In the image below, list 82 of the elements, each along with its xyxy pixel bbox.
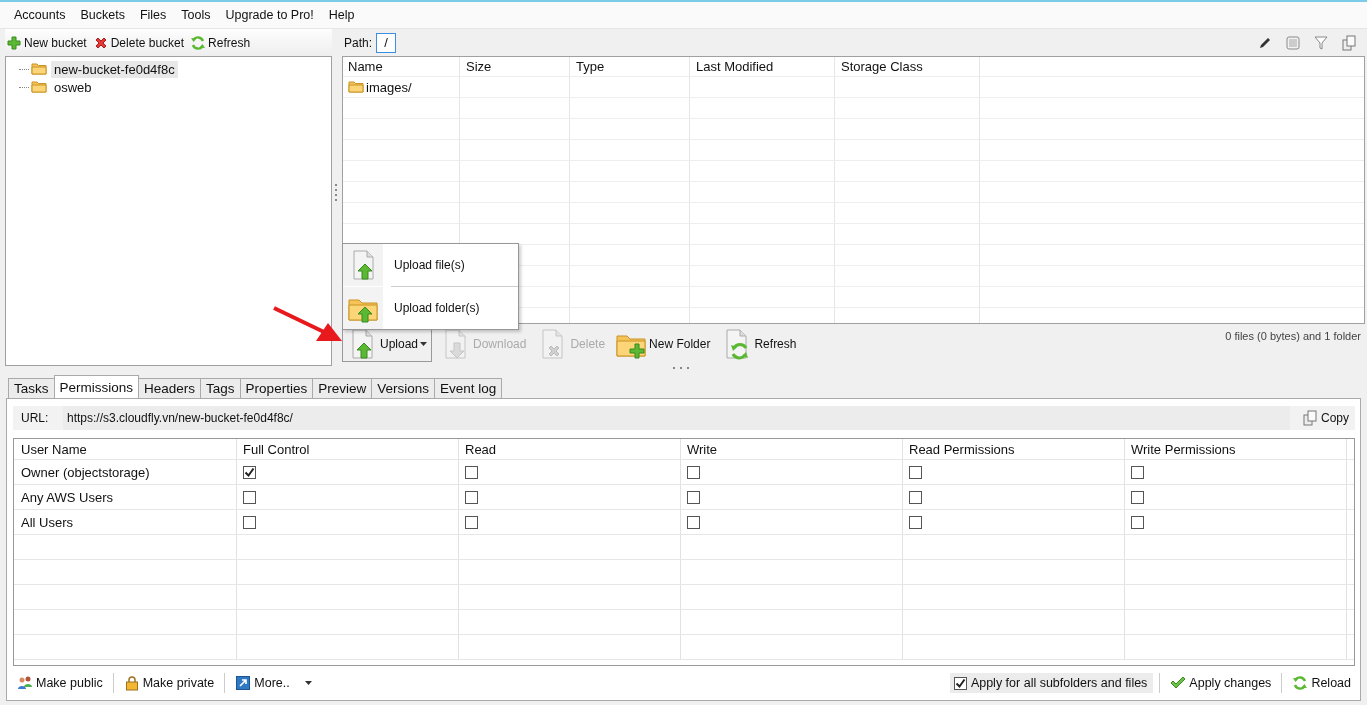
external-link-icon — [235, 675, 252, 691]
toolbar-button[interactable]: Delete bucket — [91, 32, 186, 53]
menu-item[interactable]: Upload folder(s) — [343, 287, 518, 329]
checkbox-label: Apply for all subfolders and files — [970, 676, 1148, 690]
menu-item[interactable]: Upload file(s) — [343, 244, 518, 286]
menu-item[interactable]: Accounts — [8, 8, 75, 22]
column-header[interactable]: Size — [460, 57, 570, 76]
toolbar-button[interactable]: New Folder — [612, 326, 714, 362]
plus-icon — [6, 34, 22, 51]
column-header[interactable]: Full Control — [237, 439, 459, 459]
checkbox[interactable] — [1131, 465, 1144, 479]
toolbar-button[interactable]: Make public — [13, 675, 107, 691]
menu-item[interactable]: Help — [322, 8, 364, 22]
tab[interactable]: Versions — [371, 378, 435, 398]
toolbar-button[interactable]: Refresh — [717, 326, 800, 362]
user-name-cell: Any AWS Users — [14, 485, 237, 509]
checkbox[interactable] — [465, 490, 478, 504]
checkbox[interactable] — [687, 515, 700, 529]
copy-icon — [1302, 410, 1318, 426]
path-field[interactable]: / — [376, 32, 397, 53]
column-header[interactable]: Read — [459, 439, 681, 459]
copy-icon[interactable] — [1341, 34, 1357, 51]
toolbar-button[interactable]: Reload — [1288, 675, 1355, 691]
toolbar-button[interactable]: New bucket — [5, 32, 88, 53]
tab[interactable]: Headers — [138, 378, 202, 398]
checkbox[interactable] — [1131, 490, 1144, 504]
tab[interactable]: Permissions — [53, 375, 140, 398]
checkbox[interactable] — [243, 465, 256, 479]
folder-icon — [348, 79, 364, 95]
toolbar-button[interactable]: More.. — [231, 675, 316, 691]
column-header[interactable]: Storage Class — [835, 57, 980, 76]
checkbox[interactable] — [1131, 515, 1144, 529]
toolbar-button[interactable]: Make private — [119, 675, 219, 691]
copy-button[interactable]: Copy — [1290, 410, 1355, 426]
file-name-cell[interactable]: images/ — [343, 77, 460, 97]
user-name-cell: All Users — [14, 510, 237, 534]
menu-item[interactable]: Upgrade to Pro! — [219, 8, 323, 22]
checkbox[interactable] — [953, 676, 967, 690]
checkbox[interactable] — [909, 515, 922, 529]
menu-item[interactable]: Files — [133, 8, 176, 22]
checkbox[interactable] — [909, 490, 922, 504]
column-header[interactable]: User Name — [14, 439, 237, 459]
url-field[interactable]: https://s3.cloudfly.vn/new-bucket-fe0d4f8c/ — [63, 406, 1290, 430]
folder-icon — [30, 61, 48, 77]
caret-icon — [420, 342, 428, 346]
menu-item[interactable]: Tools — [175, 8, 220, 22]
status-text: 0 files (0 bytes) and 1 folder — [1225, 330, 1361, 342]
filter-icon[interactable] — [1313, 34, 1329, 51]
refresh-icon — [190, 34, 207, 51]
tab[interactable]: Preview — [312, 378, 373, 398]
column-header[interactable]: Type — [570, 57, 690, 76]
column-header[interactable]: Read Permissions — [903, 439, 1125, 459]
checkbox[interactable] — [687, 465, 700, 479]
caret-icon — [304, 681, 312, 685]
apply-all-checkbox[interactable]: Apply for all subfolders and files — [949, 673, 1154, 693]
column-header[interactable]: Write — [681, 439, 903, 459]
column-header[interactable]: Name — [343, 57, 460, 76]
lock-icon — [123, 675, 140, 691]
checkbox[interactable] — [465, 515, 478, 529]
tree-item[interactable]: new-bucket-fe0d4f8c — [51, 60, 178, 78]
column-header[interactable]: Write Permissions — [1125, 439, 1347, 459]
tab[interactable]: Properties — [239, 378, 314, 398]
toolbar-button[interactable]: Apply changes — [1166, 675, 1276, 691]
tree-item[interactable]: osweb — [51, 78, 95, 96]
tab[interactable]: Tasks — [8, 378, 55, 398]
refresh-icon — [1292, 675, 1309, 691]
checkbox[interactable] — [243, 490, 256, 504]
path-label: Path: — [344, 35, 373, 50]
checkbox[interactable] — [465, 465, 478, 479]
checkbox[interactable] — [687, 490, 700, 504]
check-icon — [1170, 675, 1187, 691]
tab[interactable]: Event log — [433, 378, 503, 398]
url-label: URL: — [20, 411, 50, 425]
toolbar-button[interactable]: Refresh — [189, 32, 252, 53]
column-header[interactable]: Last Modified — [690, 57, 835, 76]
tab[interactable]: Tags — [200, 378, 241, 398]
folder-icon — [30, 79, 48, 95]
user-name-cell: Owner (objectstorage) — [14, 460, 237, 484]
checkbox[interactable] — [243, 515, 256, 529]
checkbox[interactable] — [909, 465, 922, 479]
menu-item[interactable]: Buckets — [74, 8, 134, 22]
people-icon — [17, 675, 33, 691]
